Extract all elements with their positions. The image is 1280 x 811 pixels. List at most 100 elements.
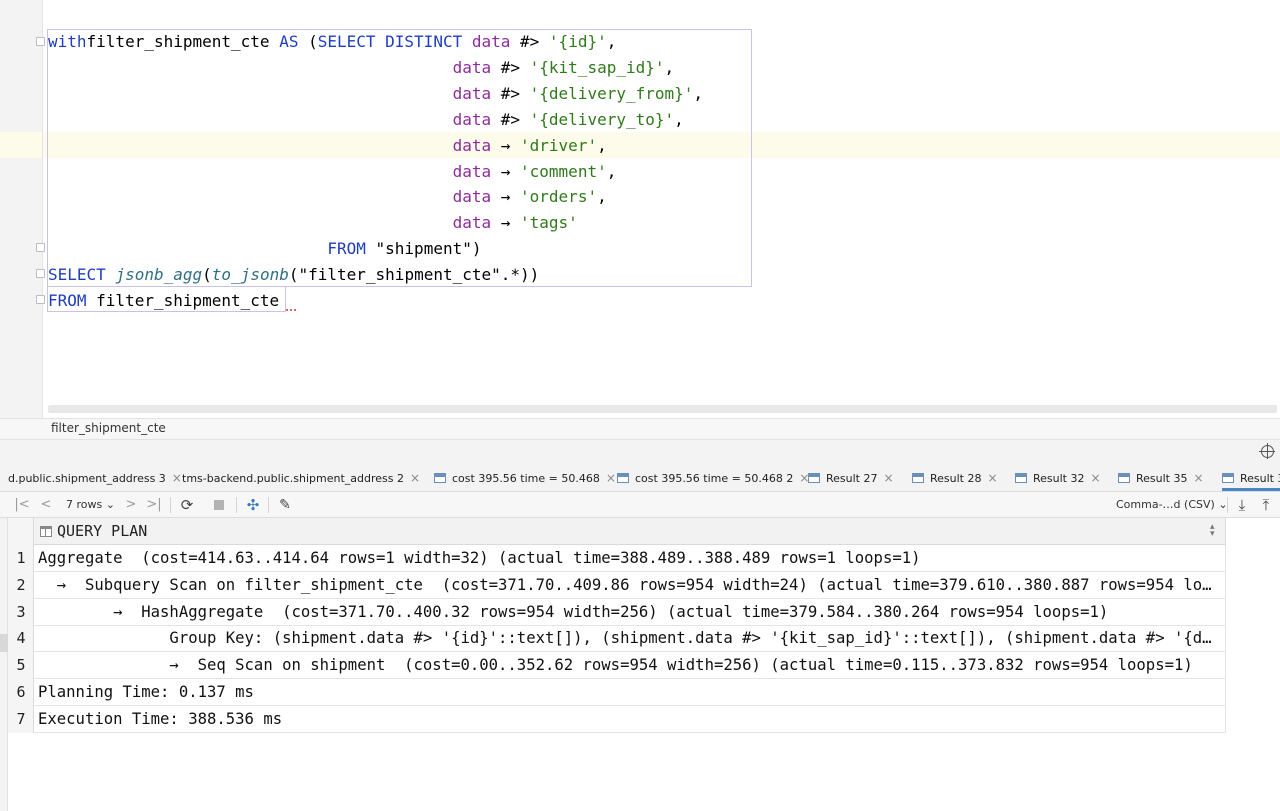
fold-marker-icon[interactable] [36,37,45,46]
results-pane-header [0,440,1280,466]
result-tab[interactable]: Result 28 × [912,466,998,491]
row-number[interactable]: 7 [8,706,34,733]
table-row[interactable]: Planning Time: 0.137 ms [34,679,1226,706]
code-editor[interactable]: withfilter_shipment_cte AS (SELECT DISTI… [0,0,1280,418]
result-tab-label: Result 28 [930,472,982,485]
code-token: ("filter_shipment_cte".*)) [288,265,540,285]
close-icon[interactable]: × [883,471,893,485]
code-token: , [606,32,617,51]
row-count-dropdown[interactable]: 7 rows ⌄ [66,495,115,515]
code-line[interactable]: data → 'driver', [48,133,607,159]
query-plan-cell[interactable]: Group Key: (shipment.data #> '{id}'::tex… [38,625,1219,651]
pin-icon[interactable]: ✎ [275,495,295,515]
code-token: FROM [327,239,366,259]
code-token: '{delivery_from}' [529,83,694,103]
column-header-query-plan[interactable]: QUERY PLAN ▴ ▾ [34,518,1226,545]
code-line[interactable]: data → 'comment', [48,159,617,185]
code-token: 'tags' [520,213,578,233]
results-toolbar: |< < 7 rows ⌄ > >| ⟳ ✣ ✎ Comma-…d (CSV) … [0,492,1280,518]
compare-icon[interactable]: ✣ [243,495,263,515]
code-line[interactable]: data #> '{delivery_to}', [48,107,684,133]
close-icon[interactable]: × [1090,471,1100,485]
result-tab-label: Result 3 [1240,472,1280,485]
stop-icon[interactable] [214,500,224,510]
breadcrumb-item[interactable]: filter_shipment_cte [51,421,166,435]
code-token: data [452,109,492,129]
column-type-icon [40,526,52,537]
code-token: data [452,213,492,233]
table-row[interactable]: → HashAggregate (cost=371.70..400.32 row… [34,598,1226,626]
first-page-button[interactable]: |< [12,495,32,515]
table-row[interactable]: Execution Time: 388.536 ms [34,705,1226,733]
result-tab[interactable]: Result 35 × [1118,466,1204,491]
table-row[interactable]: Aggregate (cost=414.63..414.64 rows=1 wi… [34,545,1226,572]
result-tab[interactable]: Result 3 [1222,466,1280,491]
row-number[interactable]: 6 [8,679,34,706]
crosshair-icon[interactable] [1259,443,1275,459]
results-grid: QUERY PLAN ▴ ▾ 1 Aggregate (cost=414.63..4… [0,518,1280,811]
result-tab[interactable]: Result 32 × [1015,466,1101,491]
code-token: "shipment") [365,239,482,259]
result-tab[interactable]: d.public.shipment_address 3 × [8,466,182,491]
last-page-button[interactable]: >| [143,495,165,515]
close-icon[interactable]: × [1193,471,1203,485]
code-line[interactable]: FROM filter_shipment_cte [48,288,279,314]
code-token: #> [491,57,530,77]
code-token: filter_shipment_cte [86,291,280,310]
table-row[interactable]: → Subquery Scan on filter_shipment_cte (… [34,571,1226,599]
table-row[interactable]: Group Key: (shipment.data #> '{id}'::tex… [34,625,1226,653]
code-token: , [606,161,617,181]
download-icon[interactable]: ⤓ [1233,495,1251,515]
previous-page-button[interactable]: < [36,495,56,515]
result-tab-label: Result 27 [826,472,878,485]
code-token: data [452,57,492,77]
code-line[interactable]: data → 'orders', [48,184,607,210]
row-number[interactable]: 5 [8,652,34,679]
query-plan-cell[interactable]: Planning Time: 0.137 ms [38,679,1219,705]
code-line[interactable]: data #> '{kit_sap_id}', [48,55,675,81]
row-number[interactable]: 2 [8,572,34,599]
code-token: to_jsonb [211,265,289,285]
fold-marker-icon[interactable] [36,243,45,252]
upload-icon[interactable]: ⤒ [1257,495,1275,515]
table-row[interactable]: → Seq Scan on shipment (cost=0.00..352.6… [34,652,1226,680]
editor-horizontal-scrollbar[interactable] [48,405,1277,413]
sort-icon[interactable]: ▴ ▾ [1210,523,1215,539]
result-tab[interactable]: tms-backend.public.shipment_address 2 × [182,466,420,491]
query-plan-cell[interactable]: Execution Time: 388.536 ms [38,706,1219,732]
result-tab[interactable]: cost 395.56 time = 50.468 2 × [617,466,809,491]
query-plan-cell[interactable]: → HashAggregate (cost=371.70..400.32 row… [38,599,1219,625]
code-token: data [452,187,492,207]
code-line[interactable]: FROM "shipment") [48,236,481,262]
code-token: → [491,187,521,207]
code-token: → [491,213,521,233]
result-tab[interactable]: cost 395.56 time = 50.468 × [434,466,616,491]
code-token: , [693,83,704,103]
next-page-button[interactable]: > [122,495,140,515]
code-line[interactable]: data #> '{delivery_from}', [48,81,703,107]
code-token: → [491,135,521,155]
query-plan-cell[interactable]: → Seq Scan on shipment (cost=0.00..352.6… [38,652,1219,678]
close-icon[interactable]: × [987,471,997,485]
export-format-dropdown[interactable]: Comma-…d (CSV) ⌄ [1116,495,1228,515]
reload-icon[interactable]: ⟳ [178,495,196,515]
fold-marker-icon[interactable] [36,269,45,278]
row-number[interactable]: 1 [8,545,34,572]
code-line[interactable]: data → 'tags' [48,210,578,236]
code-token: data [471,32,511,51]
close-icon[interactable]: × [172,471,182,485]
table-icon [1222,473,1234,483]
row-number[interactable]: 4 [8,625,34,652]
code-line[interactable]: withfilter_shipment_cte AS (SELECT DISTI… [48,29,616,55]
query-plan-cell[interactable]: → Subquery Scan on filter_shipment_cte (… [38,572,1219,598]
fold-marker-icon[interactable] [36,295,45,304]
query-plan-cell[interactable]: Aggregate (cost=414.63..414.64 rows=1 wi… [38,545,1219,571]
result-tab[interactable]: Result 27 × [808,466,894,491]
close-icon[interactable]: × [606,471,616,485]
close-icon[interactable]: × [410,471,420,485]
row-number[interactable]: 3 [8,599,34,626]
code-line[interactable]: SELECT jsonb_agg(to_jsonb("filter_shipme… [48,262,539,288]
